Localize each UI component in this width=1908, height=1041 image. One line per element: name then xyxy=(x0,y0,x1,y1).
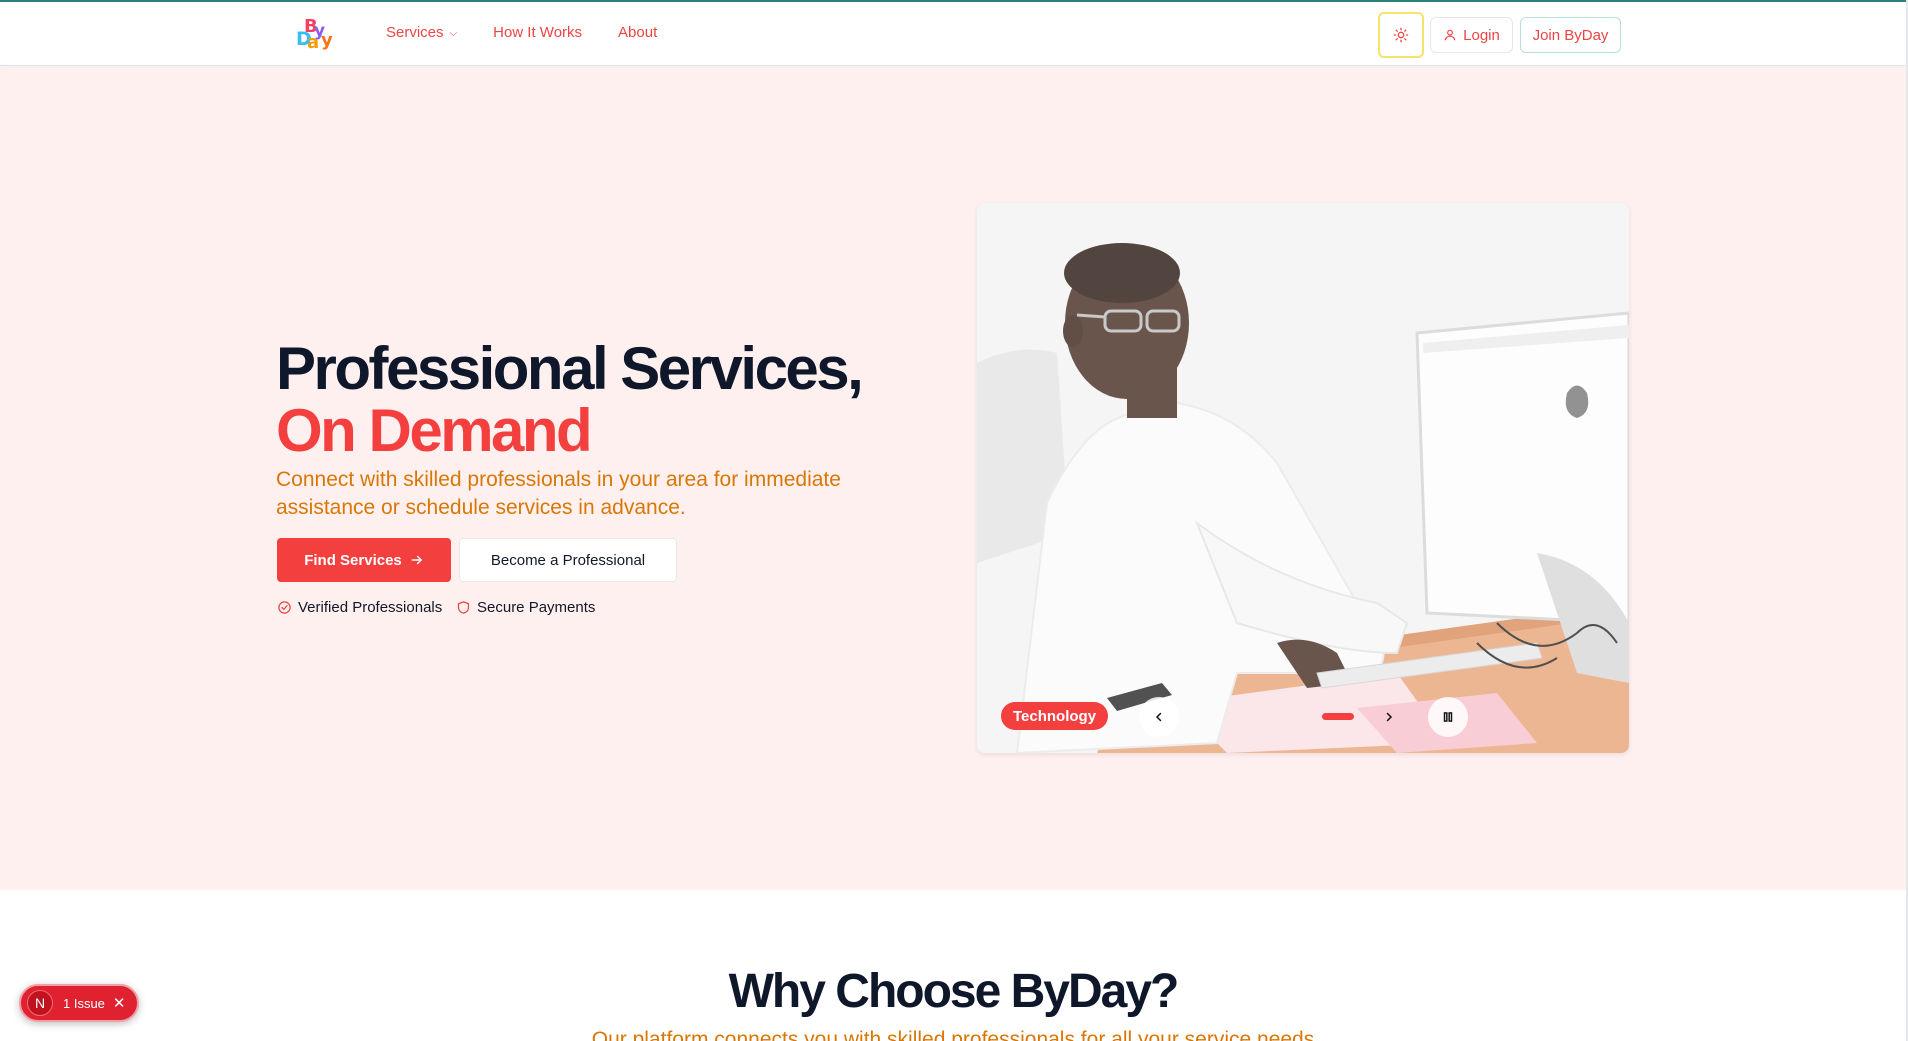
become-professional-label: Become a Professional xyxy=(490,551,646,569)
hero-carousel[interactable]: Technology xyxy=(977,203,1629,753)
carousel-pause-button[interactable] xyxy=(1428,697,1468,737)
carousel-indicator-active[interactable] xyxy=(1322,713,1354,720)
become-professional-button[interactable]: Become a Professional xyxy=(459,538,677,582)
nav-how-it-works[interactable]: How It Works xyxy=(493,24,582,41)
why-section-title: Why Choose ByDay? xyxy=(728,965,1180,1018)
join-button[interactable]: Join ByDay xyxy=(1520,17,1621,53)
nav-how-it-works-label: How It Works xyxy=(493,24,583,41)
login-button[interactable]: Login xyxy=(1430,17,1513,53)
arrow-right-icon xyxy=(411,555,422,565)
hero-title-line2: On Demand xyxy=(276,397,593,464)
hero-title-line1: Professional Services, xyxy=(276,335,864,402)
carousel-photo xyxy=(977,203,1629,753)
feature-secure: Secure Payments xyxy=(456,599,595,616)
nav-about[interactable]: About xyxy=(618,24,657,41)
feature-verified-label: Verified Professionals xyxy=(298,599,443,616)
main-nav: Services ⌵ How It Works About xyxy=(386,24,693,41)
user-icon xyxy=(1444,29,1456,41)
nav-services-label: Services xyxy=(386,24,444,41)
nav-services[interactable]: Services ⌵ xyxy=(386,24,457,41)
pause-icon xyxy=(1443,712,1453,722)
category-chip: Technology xyxy=(1001,702,1109,730)
issue-count-label: 1 Issue xyxy=(63,995,105,1011)
check-circle-icon xyxy=(278,601,291,614)
byday-logo[interactable]: DByay xyxy=(294,16,338,53)
issue-badge[interactable]: N 1 Issue ✕ xyxy=(19,984,139,1022)
top-navbar: DByay Services ⌵ How It Works About Logi… xyxy=(0,0,1906,66)
find-services-button[interactable]: Find Services xyxy=(277,538,451,582)
login-label: Login xyxy=(1463,26,1500,44)
why-section-subtitle: Our platform connects you with skilled p… xyxy=(591,1028,1315,1041)
shield-icon xyxy=(457,601,470,614)
feature-verified: Verified Professionals xyxy=(277,599,442,616)
feature-secure-label: Secure Payments xyxy=(477,599,596,616)
close-icon[interactable]: ✕ xyxy=(113,994,126,1012)
theme-toggle-button[interactable] xyxy=(1378,12,1424,58)
carousel-prev-button[interactable] xyxy=(1139,697,1179,737)
chevron-down-icon: ⌵ xyxy=(449,28,458,39)
next-logo-icon: N xyxy=(27,990,53,1016)
sun-icon xyxy=(1393,27,1409,43)
hero-subtitle: Connect with skilled professionals in yo… xyxy=(276,468,841,519)
nav-about-label: About xyxy=(618,24,658,41)
join-label: Join ByDay xyxy=(1532,26,1609,44)
chevron-left-icon xyxy=(1155,712,1162,722)
carousel-next-button[interactable] xyxy=(1369,697,1409,737)
chevron-right-icon xyxy=(1386,712,1393,722)
category-chip-label: Technology xyxy=(1013,707,1097,725)
find-services-label: Find Services xyxy=(304,551,402,569)
